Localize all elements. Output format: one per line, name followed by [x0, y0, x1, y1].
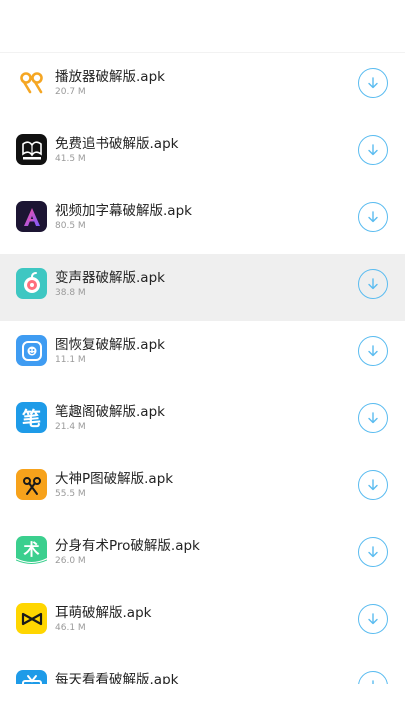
download-arrow-icon	[368, 479, 378, 491]
rr-player-icon	[16, 67, 47, 98]
download-button[interactable]	[358, 336, 388, 366]
app-size: 55.5 M	[55, 489, 86, 499]
app-size: 38.8 M	[55, 288, 86, 298]
download-arrow-icon	[368, 77, 378, 89]
download-arrow-icon	[368, 412, 378, 424]
top-bar	[0, 0, 405, 53]
download-button[interactable]	[358, 202, 388, 232]
download-arrow-icon	[368, 278, 378, 290]
photo-edit-icon	[16, 469, 47, 500]
app-name: 播放器破解版.apk	[55, 69, 165, 85]
app-name: 变声器破解版.apk	[55, 270, 165, 286]
app-name: 分身有术Pro破解版.apk	[55, 538, 200, 554]
app-size: 26.0 M	[55, 556, 86, 566]
download-arrow-icon	[368, 345, 378, 357]
list-item[interactable]: 笔 笔趣阁破解版.apk 21.4 M	[0, 388, 405, 455]
download-button[interactable]	[358, 269, 388, 299]
book-reader-icon	[16, 134, 47, 165]
voice-changer-icon	[16, 268, 47, 299]
ear-bow-icon	[16, 603, 47, 634]
app-name: 大神P图破解版.apk	[55, 471, 174, 487]
list-item[interactable]: 图恢复破解版.apk 11.1 M	[0, 321, 405, 388]
list-item[interactable]: 播放器破解版.apk 20.7 M	[0, 53, 405, 120]
download-button[interactable]	[358, 403, 388, 433]
subtitle-a-icon	[16, 201, 47, 232]
download-arrow-icon	[368, 546, 378, 558]
app-name: 视频加字幕破解版.apk	[55, 203, 192, 219]
list-item-selected[interactable]: 变声器破解版.apk 38.8 M	[0, 254, 405, 321]
download-button[interactable]	[358, 604, 388, 634]
app-size: 46.1 M	[55, 623, 86, 633]
app-list: 播放器破解版.apk 20.7 M 免费追书破解版.apk 41.5 M 视频加…	[0, 53, 405, 723]
app-name: 笔趣阁破解版.apk	[55, 404, 165, 420]
clone-app-icon: 术	[16, 536, 47, 567]
download-button[interactable]	[358, 68, 388, 98]
app-size: 21.4 M	[55, 422, 86, 432]
app-size: 11.1 M	[55, 355, 86, 365]
download-button[interactable]	[358, 470, 388, 500]
photo-recovery-icon	[16, 335, 47, 366]
download-arrow-icon	[368, 613, 378, 625]
download-button[interactable]	[358, 537, 388, 567]
list-item[interactable]: 大神P图破解版.apk 55.5 M	[0, 455, 405, 522]
app-name: 图恢复破解版.apk	[55, 337, 165, 353]
download-arrow-icon	[368, 211, 378, 223]
list-item[interactable]: 术 分身有术Pro破解版.apk 26.0 M	[0, 522, 405, 589]
app-size: 20.7 M	[55, 87, 86, 97]
app-size: 41.5 M	[55, 154, 86, 164]
app-name: 耳萌破解版.apk	[55, 605, 152, 621]
download-arrow-icon	[368, 144, 378, 156]
app-size: 80.5 M	[55, 221, 86, 231]
bi-character: 笔	[21, 408, 41, 430]
bi-pen-icon: 笔	[16, 402, 47, 433]
app-name: 免费追书破解版.apk	[55, 136, 179, 152]
list-item[interactable]: 免费追书破解版.apk 41.5 M	[0, 120, 405, 187]
shu-character: 术	[23, 540, 40, 559]
list-item[interactable]: 视频加字幕破解版.apk 80.5 M	[0, 187, 405, 254]
list-item[interactable]: 耳萌破解版.apk 46.1 M	[0, 589, 405, 656]
download-button[interactable]	[358, 135, 388, 165]
bottom-bar	[0, 684, 405, 720]
